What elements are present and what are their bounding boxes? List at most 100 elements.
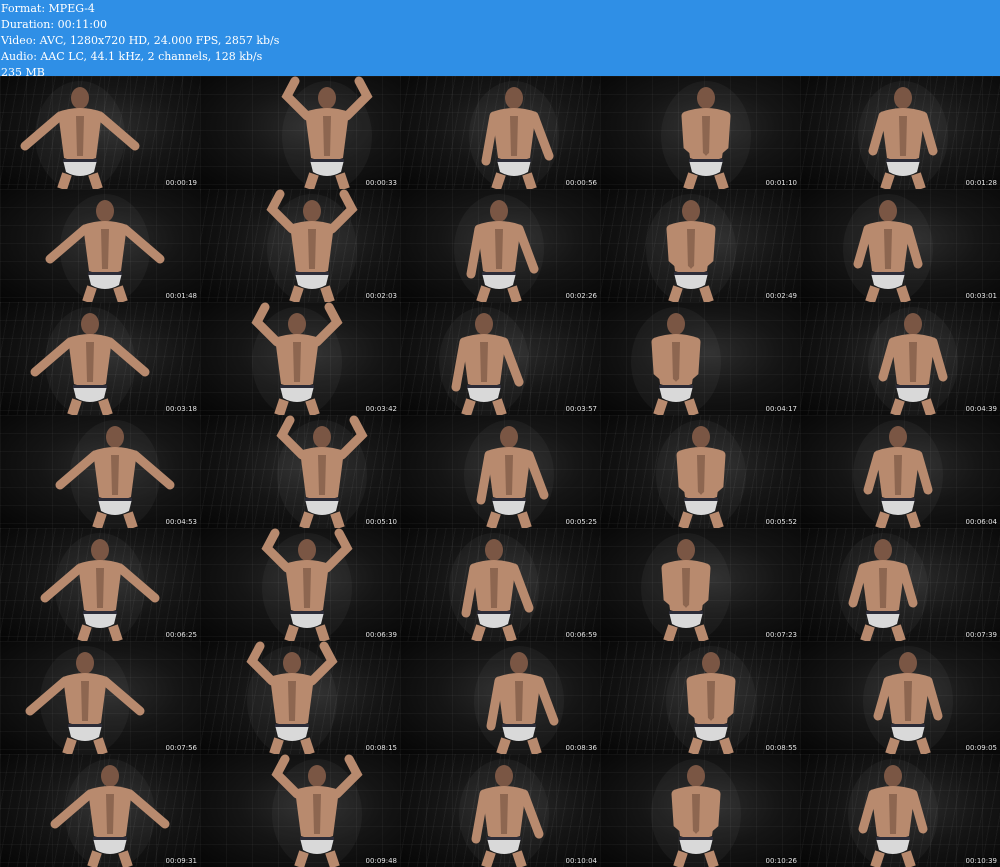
- thumbnail-timestamp: 00:05:52: [765, 518, 797, 526]
- figure-silhouette: [246, 641, 338, 754]
- video-thumbnail: 00:05:52: [600, 415, 800, 528]
- video-thumbnail: 00:00:56: [400, 76, 600, 189]
- thumbnail-timestamp: 00:09:31: [165, 857, 197, 865]
- video-thumbnail: 00:02:26: [400, 189, 600, 302]
- figure-silhouette: [271, 754, 363, 867]
- figure-silhouette: [661, 81, 751, 189]
- figure-silhouette: [641, 533, 731, 641]
- thumbnail-timestamp: 00:04:53: [165, 518, 197, 526]
- thumbnail-timestamp: 00:06:59: [565, 631, 597, 639]
- figure-silhouette: [30, 307, 150, 415]
- figure-silhouette: [281, 76, 373, 189]
- figure-silhouette: [848, 759, 938, 867]
- video-thumbnail: 00:10:26: [600, 754, 800, 867]
- video-thumbnail: 00:04:53: [0, 415, 200, 528]
- video-thumbnail: 00:03:18: [0, 302, 200, 415]
- figure-silhouette: [631, 307, 721, 415]
- thumbnail-timestamp: 00:01:10: [765, 179, 797, 187]
- format-line: Format: MPEG-4: [1, 2, 95, 15]
- video-thumbnail: 00:00:19: [0, 76, 200, 189]
- figure-silhouette: [838, 533, 928, 641]
- thumbnail-timestamp: 00:08:15: [365, 744, 397, 752]
- video-thumbnail: 00:06:59: [400, 528, 600, 641]
- video-thumbnail: 00:04:17: [600, 302, 800, 415]
- thumbnail-timestamp: 00:02:03: [365, 292, 397, 300]
- thumbnail-timestamp: 00:09:05: [965, 744, 997, 752]
- figure-silhouette: [469, 81, 559, 189]
- figure-silhouette: [863, 646, 953, 754]
- thumbnail-timestamp: 00:07:39: [965, 631, 997, 639]
- video-thumbnail: 00:02:49: [600, 189, 800, 302]
- figure-silhouette: [646, 194, 736, 302]
- thumbnail-timestamp: 00:10:04: [565, 857, 597, 865]
- thumbnail-timestamp: 00:06:25: [165, 631, 197, 639]
- figure-silhouette: [50, 759, 170, 867]
- thumbnail-timestamp: 00:06:04: [965, 518, 997, 526]
- thumbnail-timestamp: 00:01:48: [165, 292, 197, 300]
- thumbnail-timestamp: 00:03:18: [165, 405, 197, 413]
- figure-silhouette: [464, 420, 554, 528]
- thumbnail-timestamp: 00:07:56: [165, 744, 197, 752]
- figure-silhouette: [251, 302, 343, 415]
- figure-silhouette: [454, 194, 544, 302]
- video-thumbnail: 00:08:15: [200, 641, 400, 754]
- video-thumbnail: 00:06:39: [200, 528, 400, 641]
- thumbnail-grid: 00:00:19 00:00:33 00:00:56 00:01:10 00:01:28…: [0, 76, 1000, 867]
- video-thumbnail: 00:08:55: [600, 641, 800, 754]
- figure-silhouette: [651, 759, 741, 867]
- figure-silhouette: [20, 81, 140, 189]
- video-thumbnail: 00:01:28: [800, 76, 1000, 189]
- thumbnail-timestamp: 00:07:23: [765, 631, 797, 639]
- video-thumbnail: 00:07:39: [800, 528, 1000, 641]
- video-thumbnail: 00:01:48: [0, 189, 200, 302]
- thumbnail-timestamp: 00:09:48: [365, 857, 397, 865]
- thumbnail-timestamp: 00:06:39: [365, 631, 397, 639]
- thumbnail-timestamp: 00:08:36: [565, 744, 597, 752]
- figure-silhouette: [474, 646, 564, 754]
- figure-silhouette: [266, 189, 358, 302]
- figure-silhouette: [459, 759, 549, 867]
- thumbnail-timestamp: 00:01:28: [965, 179, 997, 187]
- figure-silhouette: [55, 420, 175, 528]
- video-thumbnail: 00:07:23: [600, 528, 800, 641]
- figure-silhouette: [25, 646, 145, 754]
- video-thumbnail: 00:06:25: [0, 528, 200, 641]
- video-thumbnail: 00:03:01: [800, 189, 1000, 302]
- thumbnail-timestamp: 00:08:55: [765, 744, 797, 752]
- media-info-header: Format: MPEG-4 Duration: 00:11:00 Video:…: [0, 0, 1000, 79]
- figure-silhouette: [666, 646, 756, 754]
- thumbnail-timestamp: 00:05:25: [565, 518, 597, 526]
- figure-silhouette: [45, 194, 165, 302]
- video-line: Video: AVC, 1280x720 HD, 24.000 FPS, 285…: [1, 34, 280, 47]
- video-thumbnail: 00:00:33: [200, 76, 400, 189]
- video-thumbnail: 00:03:42: [200, 302, 400, 415]
- duration-line: Duration: 00:11:00: [1, 18, 107, 31]
- thumbnail-timestamp: 00:00:33: [365, 179, 397, 187]
- video-thumbnail: 00:05:25: [400, 415, 600, 528]
- thumbnail-timestamp: 00:04:17: [765, 405, 797, 413]
- audio-line: Audio: AAC LC, 44.1 kHz, 2 channels, 128…: [1, 50, 263, 63]
- video-thumbnail: 00:09:48: [200, 754, 400, 867]
- thumbnail-timestamp: 00:03:57: [565, 405, 597, 413]
- thumbnail-timestamp: 00:00:56: [565, 179, 597, 187]
- video-thumbnail: 00:03:57: [400, 302, 600, 415]
- thumbnail-timestamp: 00:10:39: [965, 857, 997, 865]
- thumbnail-timestamp: 00:02:49: [765, 292, 797, 300]
- video-thumbnail: 00:02:03: [200, 189, 400, 302]
- video-thumbnail: 00:09:31: [0, 754, 200, 867]
- video-thumbnail: 00:01:10: [600, 76, 800, 189]
- figure-silhouette: [843, 194, 933, 302]
- figure-silhouette: [853, 420, 943, 528]
- thumbnail-timestamp: 00:02:26: [565, 292, 597, 300]
- figure-silhouette: [449, 533, 539, 641]
- video-thumbnail: 00:08:36: [400, 641, 600, 754]
- figure-silhouette: [858, 81, 948, 189]
- thumbnail-timestamp: 00:05:10: [365, 518, 397, 526]
- video-thumbnail: 00:09:05: [800, 641, 1000, 754]
- video-thumbnail: 00:05:10: [200, 415, 400, 528]
- thumbnail-timestamp: 00:00:19: [165, 179, 197, 187]
- figure-silhouette: [868, 307, 958, 415]
- thumbnail-timestamp: 00:03:42: [365, 405, 397, 413]
- thumbnail-timestamp: 00:10:26: [765, 857, 797, 865]
- video-thumbnail: 00:07:56: [0, 641, 200, 754]
